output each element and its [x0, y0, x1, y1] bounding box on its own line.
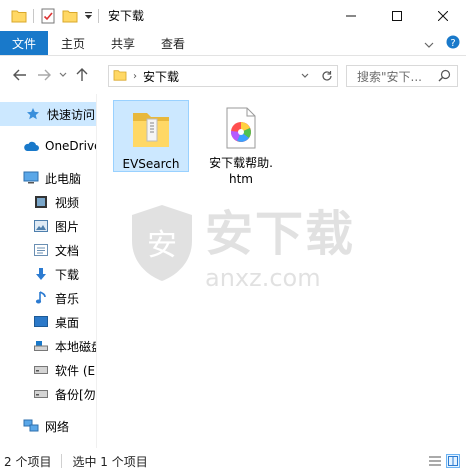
drive-icon [32, 361, 50, 379]
new-folder-icon[interactable] [59, 0, 81, 31]
file-name: 安下载帮助.htm [209, 156, 273, 186]
nav-item-documents[interactable]: 文档 [0, 238, 96, 262]
item-count: 2 个项目 [4, 454, 52, 469]
download-icon [32, 265, 50, 283]
music-icon [32, 289, 50, 307]
svg-text:?: ? [450, 38, 455, 49]
html-file-icon [223, 106, 259, 153]
status-bar: 2 个项目 选中 1 个项目 [0, 448, 466, 474]
nav-label: 音乐 [55, 291, 80, 306]
maximize-button[interactable] [374, 0, 420, 31]
tab-home[interactable]: 主页 [48, 31, 98, 55]
nav-label: OneDrive [45, 139, 96, 153]
tab-file[interactable]: 文件 [0, 31, 48, 55]
chevron-right-icon[interactable]: › [133, 71, 137, 82]
document-icon [32, 241, 50, 259]
recent-locations-button[interactable] [56, 63, 70, 87]
close-button[interactable] [420, 0, 466, 31]
window-title: 安下载 [108, 9, 145, 23]
nav-item-drive-e[interactable]: 软件 (E [0, 358, 96, 382]
drive-icon [32, 385, 50, 403]
help-icon[interactable]: ? [446, 35, 460, 52]
file-item-evsearch[interactable]: EVSearch [113, 100, 189, 172]
nav-label: 下载 [55, 267, 80, 282]
watermark-url: anxz.com [205, 264, 321, 292]
nav-item-pictures[interactable]: 图片 [0, 214, 96, 238]
forward-button[interactable] [32, 63, 56, 87]
nav-item-downloads[interactable]: 下载 [0, 262, 96, 286]
shield-icon: 安 [132, 205, 192, 281]
tab-view[interactable]: 查看 [148, 31, 198, 55]
chevron-down-icon[interactable] [297, 66, 313, 86]
selection-count: 选中 1 个项目 [72, 454, 148, 469]
nav-label: 本地磁盘 [55, 339, 96, 354]
nav-label: 文档 [55, 243, 80, 258]
nav-label: 快速访问 [47, 107, 96, 122]
expand-ribbon-icon[interactable] [424, 37, 434, 51]
toolbar-divider [98, 8, 99, 23]
nav-label: 软件 (E [55, 363, 96, 378]
toolbar-divider [33, 8, 34, 23]
properties-icon[interactable] [37, 0, 59, 31]
up-button[interactable] [70, 63, 94, 87]
nav-item-local-disk[interactable]: 本地磁盘 [0, 334, 96, 358]
nav-item-this-pc[interactable]: 此电脑 [0, 166, 96, 190]
search-placeholder: 搜索"安下... [357, 69, 422, 84]
nav-item-onedrive[interactable]: OneDrive [0, 134, 96, 158]
svg-text:安: 安 [147, 228, 177, 263]
search-input[interactable]: 搜索"安下... [346, 65, 458, 87]
nav-label: 网络 [45, 419, 70, 434]
file-list: 安 安下载 anxz.com EVSearch 安下载帮助.htm [97, 94, 466, 448]
file-name: EVSearch [122, 157, 180, 171]
address-path[interactable]: 安下载 [143, 68, 179, 85]
cloud-icon [22, 137, 40, 155]
tab-share[interactable]: 共享 [98, 31, 148, 55]
watermark: 安 安下载 anxz.com [127, 194, 355, 292]
nav-label: 备份[勿 [55, 387, 96, 402]
nav-item-desktop[interactable]: 桌面 [0, 310, 96, 334]
nav-item-videos[interactable]: 视频 [0, 190, 96, 214]
nav-item-quick-access[interactable]: 快速访问 [0, 102, 96, 126]
network-icon [22, 417, 40, 435]
refresh-button[interactable] [315, 66, 337, 86]
nav-item-network[interactable]: 网络 [0, 414, 96, 438]
large-icons-view-icon[interactable] [446, 454, 460, 468]
nav-item-backup-drive[interactable]: 备份[勿 [0, 382, 96, 406]
computer-icon [22, 169, 40, 187]
status-divider [61, 454, 63, 468]
nav-item-music[interactable]: 音乐 [0, 286, 96, 310]
back-button[interactable] [8, 63, 32, 87]
folder-icon[interactable] [8, 0, 30, 31]
nav-label: 图片 [55, 219, 80, 234]
video-icon [32, 193, 50, 211]
picture-icon [32, 217, 50, 235]
nav-label: 桌面 [55, 315, 80, 330]
quick-access-toolbar [0, 0, 102, 31]
watermark-text: 安下载 [205, 206, 356, 262]
folder-icon [131, 107, 171, 154]
folder-icon [113, 69, 127, 84]
address-bar[interactable]: › 安下载 [108, 65, 338, 87]
nav-label: 视频 [55, 195, 80, 210]
nav-label: 此电脑 [45, 171, 82, 186]
title-bar: 安下载 [0, 0, 466, 31]
star-icon [24, 105, 42, 123]
customize-toolbar-icon[interactable] [81, 0, 95, 31]
desktop-icon [32, 313, 50, 331]
drive-icon [32, 337, 50, 355]
minimize-button[interactable] [328, 0, 374, 31]
navigation-row: › 安下载 搜索"安下... [0, 56, 466, 94]
file-item-help-htm[interactable]: 安下载帮助.htm [203, 100, 279, 190]
navigation-pane: 快速访问 OneDrive 此电脑 视频 图片 文档 下载 音乐 桌面 本地磁 … [0, 94, 96, 448]
search-icon[interactable] [438, 69, 451, 85]
ribbon-tabs: 文件 主页 共享 查看 ? [0, 31, 466, 56]
details-view-icon[interactable] [428, 454, 442, 468]
